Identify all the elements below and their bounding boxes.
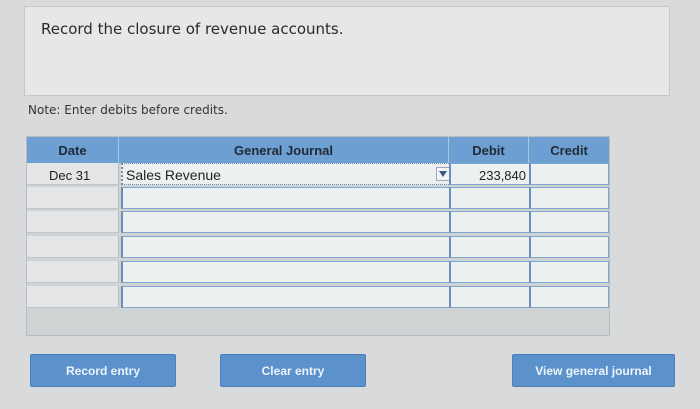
journal-row	[27, 261, 609, 283]
journal-row	[27, 211, 609, 233]
header-date: Date	[27, 137, 119, 163]
date-cell[interactable]	[27, 236, 119, 258]
debit-input[interactable]	[449, 187, 531, 209]
debit-input[interactable]	[449, 261, 531, 283]
date-cell[interactable]	[27, 211, 119, 233]
header-general-journal: General Journal	[119, 137, 449, 163]
date-cell[interactable]	[27, 286, 119, 308]
header-credit: Credit	[529, 137, 609, 163]
date-cell[interactable]	[27, 187, 119, 209]
question-prompt-box: Record the closure of revenue accounts.	[24, 6, 670, 96]
date-cell[interactable]	[27, 261, 119, 283]
note-text: Note: Enter debits before credits.	[28, 103, 228, 117]
account-select[interactable]	[121, 286, 453, 308]
journal-row	[27, 187, 609, 209]
question-prompt-text: Record the closure of revenue accounts.	[41, 20, 344, 38]
credit-input[interactable]	[529, 211, 609, 233]
record-entry-button[interactable]: Record entry	[30, 354, 176, 387]
date-cell[interactable]: Dec 31	[27, 163, 119, 185]
credit-input[interactable]	[529, 261, 609, 283]
journal-row	[27, 236, 609, 258]
debit-input[interactable]	[449, 236, 531, 258]
credit-input[interactable]	[529, 236, 609, 258]
journal-row	[27, 286, 609, 308]
journal-row: Dec 31 Sales Revenue 233,840	[27, 163, 609, 185]
credit-input[interactable]	[529, 163, 609, 185]
header-debit: Debit	[449, 137, 529, 163]
account-select[interactable]	[121, 211, 453, 233]
credit-input[interactable]	[529, 187, 609, 209]
credit-input[interactable]	[529, 286, 609, 308]
clear-entry-button[interactable]: Clear entry	[220, 354, 366, 387]
account-value: Sales Revenue	[126, 167, 221, 183]
account-select[interactable]	[121, 187, 453, 209]
journal-entry-table: Date General Journal Debit Credit Dec 31…	[26, 136, 610, 336]
view-general-journal-button[interactable]: View general journal	[512, 354, 675, 387]
debit-input[interactable]: 233,840	[449, 163, 531, 185]
debit-input[interactable]	[449, 286, 531, 308]
account-select[interactable]	[121, 236, 453, 258]
account-select[interactable]: Sales Revenue	[121, 163, 453, 185]
debit-input[interactable]	[449, 211, 531, 233]
dropdown-arrow-icon[interactable]	[436, 167, 450, 181]
account-select[interactable]	[121, 261, 453, 283]
